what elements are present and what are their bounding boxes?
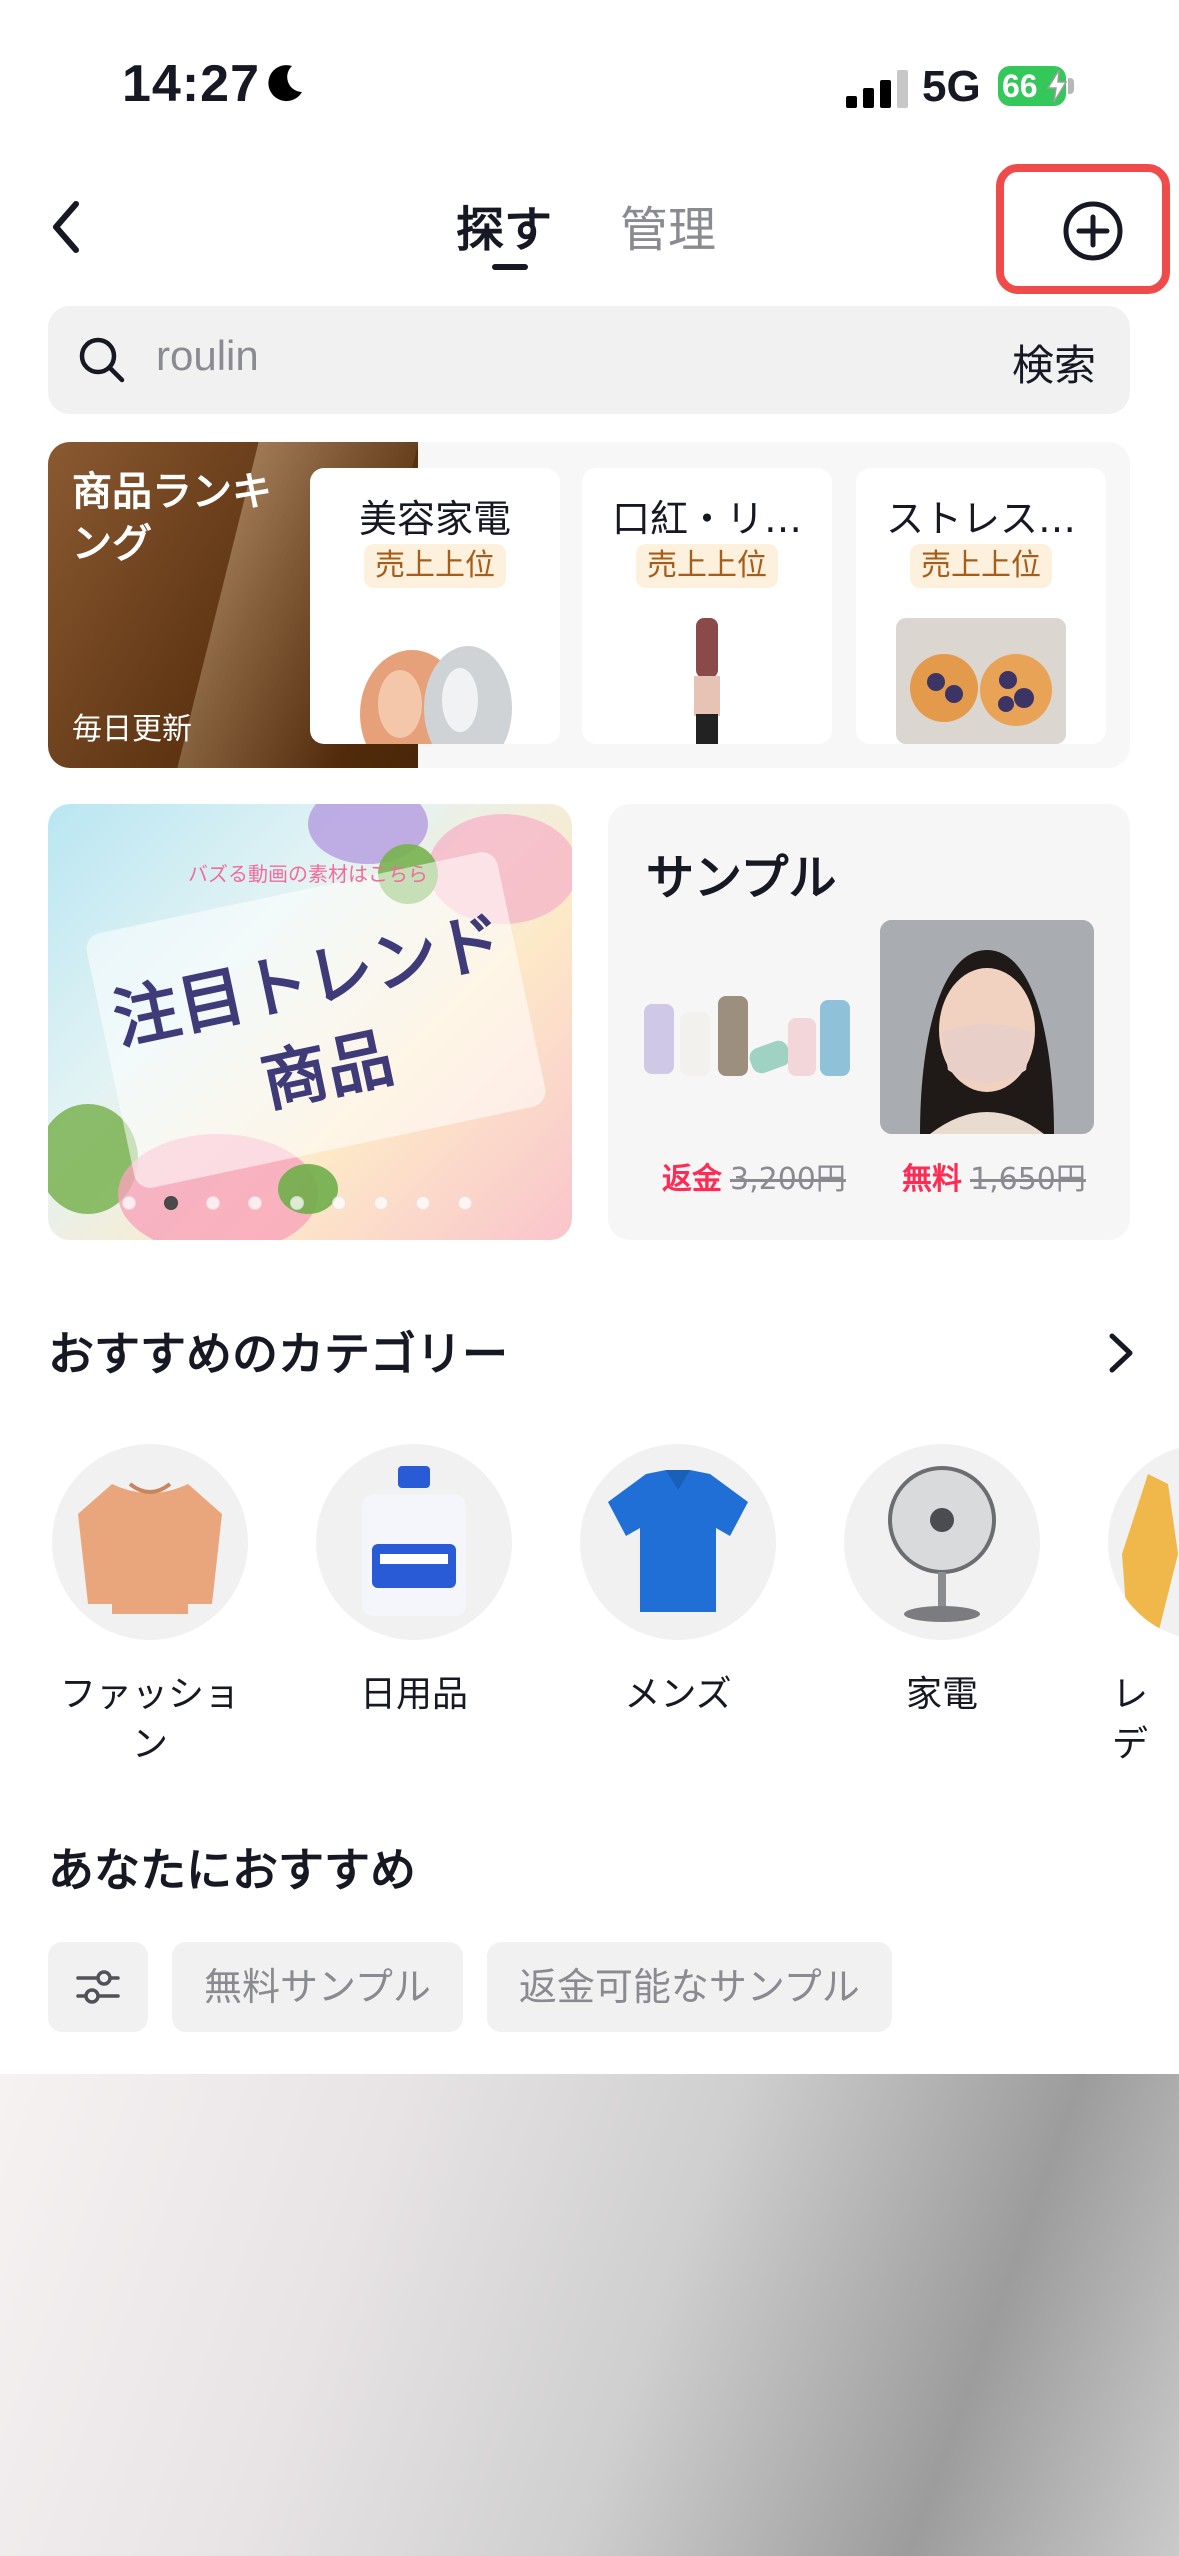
category-fashion[interactable]: ファッション — [52, 1444, 248, 1770]
category-mens[interactable]: メンズ — [580, 1444, 776, 1720]
ranking-badge: 売上上位 — [364, 544, 506, 588]
status-time: 14:27 — [122, 55, 260, 113]
recommend-title: あなたにおすすめ — [48, 1843, 416, 1897]
tab-explore[interactable]: 探す — [456, 190, 552, 260]
category-image — [316, 1444, 512, 1640]
moon-icon — [268, 65, 302, 102]
category-label: 家電 — [905, 1674, 978, 1715]
category-image — [52, 1444, 248, 1640]
search-input[interactable]: roulin — [156, 332, 259, 380]
fan-icon — [888, 1466, 996, 1622]
category-daily-goods[interactable]: 日用品 — [316, 1444, 512, 1720]
mask-model-image — [880, 920, 1094, 1134]
sliders-icon — [76, 1970, 120, 2004]
carousel-dot[interactable] — [290, 1196, 304, 1210]
network-label: 5G — [922, 62, 981, 111]
sweater-icon — [78, 1482, 222, 1614]
category-image — [1108, 1444, 1179, 1640]
lipstick-image — [694, 618, 720, 744]
loading-content-area — [0, 2074, 1179, 2556]
signal-icon — [846, 70, 908, 108]
old-price: 3,200円 — [730, 1162, 846, 1197]
polo-shirt-icon — [608, 1470, 748, 1612]
category-label: メンズ — [624, 1674, 732, 1715]
battery-tip — [1068, 78, 1074, 94]
chevron-right-icon[interactable] — [1102, 1328, 1138, 1378]
mask-model-illustration — [880, 920, 1094, 1134]
ranking-title: 商品ランキング — [72, 469, 272, 567]
tab-active-indicator — [492, 264, 528, 270]
detergent-icon — [362, 1466, 466, 1616]
status-bar: 14:27 5G 66 — [0, 0, 1179, 170]
category-label: 日用品 — [359, 1674, 468, 1715]
old-price: 1,650円 — [970, 1162, 1086, 1197]
trend-banner[interactable]: バズる動画の素材はこちら 注目トレンド 商品 — [48, 804, 572, 1240]
tab-manage[interactable]: 管理 — [620, 190, 716, 260]
carousel-dot[interactable] — [206, 1196, 220, 1210]
search-bar[interactable]: roulin 検索 — [48, 306, 1130, 414]
sample-price-refund: 返金 3,200円 — [662, 1154, 846, 1198]
filter-chips: 無料サンプル 返金可能なサンプル — [48, 1942, 892, 2032]
sample-price-free: 無料 1,650円 — [902, 1154, 1086, 1198]
ranking-card-title: ストレス… — [885, 497, 1076, 541]
chip-refundable-sample[interactable]: 返金可能なサンプル — [486, 1942, 892, 2032]
ranking-card-beauty[interactable]: 美容家電 売上上位 — [310, 468, 560, 744]
dress-icon — [1122, 1474, 1178, 1634]
ranking-card-title: 美容家電 — [358, 497, 511, 541]
refund-tag: 返金 — [662, 1162, 722, 1197]
category-appliances[interactable]: 家電 — [844, 1444, 1040, 1720]
ranking-card-title: 口紅・リ… — [611, 497, 802, 541]
carousel-dots — [122, 1196, 472, 1210]
category-ladies[interactable]: レデ — [1108, 1444, 1179, 1770]
categories-title: おすすめのカテゴリー — [48, 1327, 508, 1381]
sample-title: サンプル — [646, 850, 837, 906]
ranking-strip: 商品ランキング 毎日更新 美容家電 売上上位 口紅・リ… 売上上位 ストレス… … — [48, 442, 1130, 768]
chip-free-sample[interactable]: 無料サンプル — [172, 1942, 463, 2032]
ranking-badge: 売上上位 — [636, 544, 778, 588]
ranking-subtitle: 毎日更新 — [72, 712, 192, 747]
tumbler-set-image — [644, 996, 850, 1076]
plus-circle-icon[interactable] — [1062, 200, 1124, 262]
category-label: ファッション — [59, 1674, 240, 1765]
charging-icon — [1046, 69, 1068, 103]
sample-card[interactable]: サンプル 返金 3,200円 無料 1,650円 — [608, 804, 1130, 1240]
category-image — [580, 1444, 776, 1640]
stress-toy-image — [896, 618, 1066, 744]
carousel-dot-active[interactable] — [164, 1196, 178, 1210]
ranking-card-lipstick[interactable]: 口紅・リ… 売上上位 — [582, 468, 832, 744]
filter-button[interactable] — [48, 1942, 148, 2032]
carousel-dot[interactable] — [332, 1196, 346, 1210]
ranking-badge: 売上上位 — [910, 544, 1052, 588]
category-label: レデ — [1112, 1674, 1149, 1765]
carousel-dot[interactable] — [122, 1196, 136, 1210]
carousel-dot[interactable] — [248, 1196, 262, 1210]
category-image — [844, 1444, 1040, 1640]
carousel-dot[interactable] — [416, 1196, 430, 1210]
free-tag: 無料 — [902, 1162, 962, 1197]
carousel-dot[interactable] — [458, 1196, 472, 1210]
search-button[interactable]: 検索 — [1012, 332, 1096, 393]
banner-caption: バズる動画の素材はこちら — [188, 862, 428, 886]
ranking-card-stress[interactable]: ストレス… 売上上位 — [856, 468, 1106, 744]
beauty-device-image — [360, 646, 512, 744]
carousel-dot[interactable] — [374, 1196, 388, 1210]
battery-level: 66 — [1002, 68, 1038, 104]
search-icon — [79, 337, 125, 383]
